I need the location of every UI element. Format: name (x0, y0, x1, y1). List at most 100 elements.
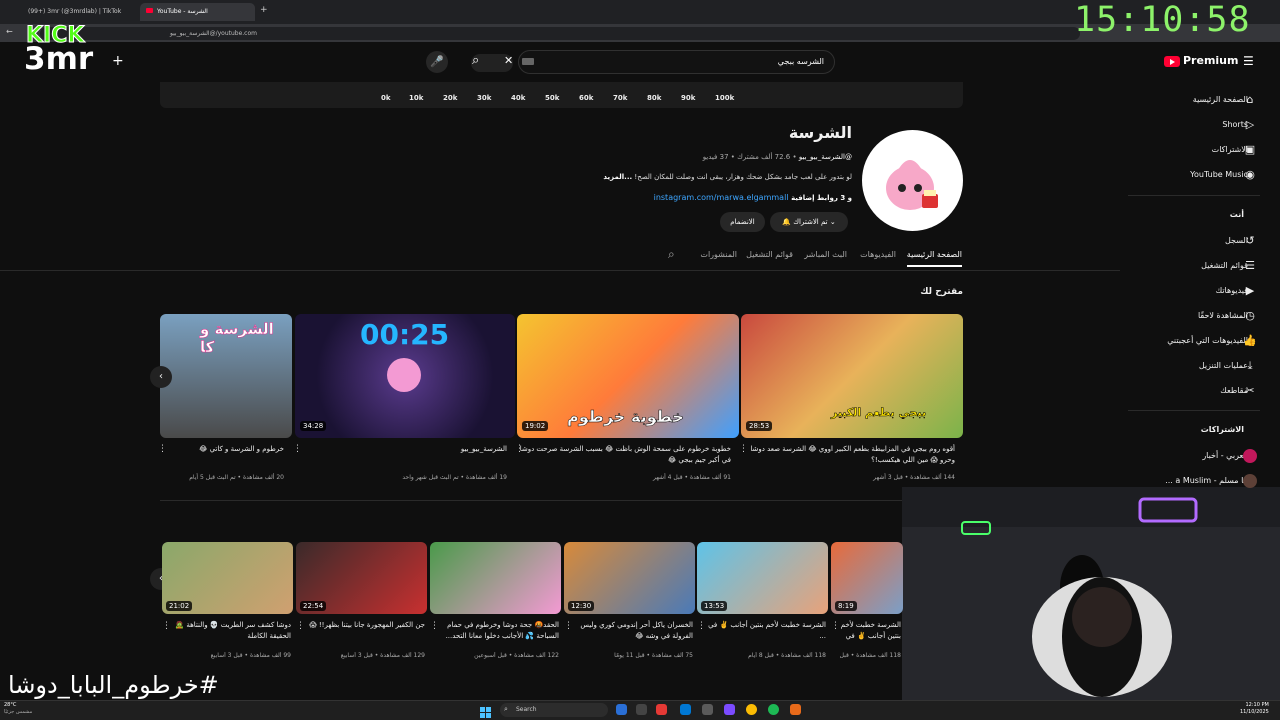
webcam-feed (902, 487, 1280, 701)
search-query: الشرسه ببجي (777, 57, 824, 66)
video-title[interactable]: الخسران ياكل أحر إندومي كوري وليس الفرول… (572, 620, 693, 642)
tab-playlists[interactable]: قوائم التشغيل (746, 250, 793, 259)
add-icon[interactable]: + (112, 53, 124, 69)
time: 12:10 PM (1245, 702, 1269, 708)
history-icon: ↺ (1245, 234, 1255, 247)
video-title[interactable]: الشرسة خطبت لأخم بنتين أجانب ✌️ في ... (705, 620, 826, 642)
goal-tick-label: 70k (613, 94, 628, 102)
instagram-link[interactable]: instagram.com/marwa.elgammall (654, 193, 789, 202)
sidebar-item[interactable]: عمليات التنزيل (1199, 361, 1248, 370)
subscribed-label: تم الاشتراك (793, 218, 828, 226)
stream-clock: 15:10:58 (1074, 0, 1251, 40)
taskbar-clock[interactable]: 12:10 PM 11/10/2025 (1240, 702, 1269, 716)
chrome-icon[interactable] (746, 704, 757, 715)
sidebar-item[interactable]: الفيديوهات التي أعجبتني (1167, 336, 1248, 345)
app-icon[interactable] (656, 704, 667, 715)
subscribed-button[interactable]: 🔔 تم الاشتراك ⌄ (770, 212, 848, 232)
video-thumbnail[interactable] (430, 542, 561, 614)
mic-icon[interactable]: 🎤 (426, 51, 448, 73)
app-icon[interactable] (790, 704, 801, 715)
channel-search-icon[interactable]: ⌕ (668, 247, 675, 262)
spotify-icon[interactable] (768, 704, 779, 715)
tab-tiktok[interactable]: (99+) 3mr (@3mrdlab) | TikTok (22, 3, 132, 21)
video-title[interactable]: دوشا كشف سر الطريت 💀 والنتاهة 🧟 الحقيقة … (170, 620, 291, 642)
channel-avatar-icon (1243, 449, 1257, 463)
video-thumbnail[interactable]: 00:25 34:28 (295, 314, 515, 438)
video-title[interactable]: الحقد🤬 جحة دوشا وخرطوم في حمام السباحة 💦… (438, 620, 559, 642)
address-bar[interactable]: youtube.com/@الشرسة_بيو_بيو (40, 27, 1080, 40)
thumbnail-caption: خطوبة خرطوم (567, 407, 684, 427)
search-icon: ⌕ (472, 53, 480, 68)
carousel-prev-button[interactable]: ‹ (150, 366, 172, 388)
music-icon: ◉ (1245, 168, 1255, 181)
youtube-premium-logo[interactable]: Premium (1164, 54, 1238, 67)
more-actions-icon[interactable]: ⋮ (293, 444, 302, 454)
file-explorer-icon[interactable] (616, 704, 627, 715)
video-title[interactable]: خرطوم و الشرسة و كاتي 😂 (160, 444, 284, 466)
more-actions-icon[interactable]: ⋮ (515, 444, 524, 454)
sidebar-divider (1128, 195, 1260, 196)
channel-avatar[interactable] (862, 130, 963, 231)
sidebar-you-title[interactable]: أنت (1230, 210, 1244, 219)
app-icon[interactable] (636, 704, 647, 715)
clear-search-icon[interactable]: ✕ (504, 54, 513, 67)
more-actions-icon[interactable]: ⋮ (430, 621, 439, 631)
channel-description[interactable]: لو بتدور على لعب جامد بشكل ضحك وهزار، يب… (603, 173, 852, 181)
video-thumbnail[interactable]: 8:19 (831, 542, 903, 614)
more-actions-icon[interactable]: ⋮ (831, 621, 840, 631)
more-actions-icon[interactable]: ⋮ (739, 444, 748, 454)
video-thumbnail[interactable]: 21:02 (162, 542, 293, 614)
video-thumbnail[interactable]: ببجي بطعم الكبير 28:53 (741, 314, 963, 438)
new-tab-icon[interactable]: + (260, 5, 268, 15)
app-icon[interactable] (702, 704, 713, 715)
sidebar-item[interactable]: YouTube Music (1190, 170, 1248, 179)
search-input[interactable]: الشرسه ببجي (471, 50, 835, 74)
thumbnail-caption: الشرسة و كا (200, 320, 274, 357)
tab-posts[interactable]: المنشورات (700, 250, 737, 259)
video-duration: 34:28 (300, 421, 327, 431)
tab-live[interactable]: البث المباشر (804, 250, 847, 259)
more-link[interactable]: ...المزيد (603, 173, 632, 181)
tab-label: الصفحة الرئيسية (906, 250, 962, 259)
video-title[interactable]: الشرسة خطبت لأخم بنتين أجانب ✌️ في شرم ا… (839, 620, 901, 642)
video-thumbnail[interactable]: 22:54 (296, 542, 427, 614)
more-actions-icon[interactable]: ⋮ (564, 621, 573, 631)
video-title[interactable]: الشرسة_بيو_بيو (295, 444, 507, 466)
more-actions-icon[interactable]: ⋮ (697, 621, 706, 631)
tab-youtube[interactable]: YouTube - الشرسة (140, 3, 255, 21)
more-actions-icon[interactable]: ⋮ (158, 444, 167, 454)
more-links[interactable]: و 3 روابط إضافية (791, 194, 852, 202)
more-actions-icon[interactable]: ⋮ (162, 621, 171, 631)
windows-start-icon[interactable] (480, 703, 491, 718)
sidebar-divider (1128, 410, 1260, 411)
menu-icon[interactable]: ☰ (1243, 54, 1254, 68)
your-videos-icon: ▶ (1245, 284, 1255, 297)
streamer-logo: 3mr (24, 41, 94, 77)
subscription-item[interactable]: العربي - أخبار (1202, 451, 1248, 460)
sidebar-item[interactable]: قوائم التشغيل (1201, 261, 1248, 270)
taskbar-search[interactable]: Search (500, 703, 608, 717)
subscription-item[interactable]: أنا مسلم - a Muslim ... (1165, 476, 1248, 485)
video-thumbnail[interactable]: 12:30 (564, 542, 695, 614)
sidebar-subs-title: الاشتراكات (1200, 425, 1244, 434)
tab-home[interactable]: الصفحة الرئيسية (906, 250, 962, 267)
video-thumbnail[interactable]: 13:53 (697, 542, 828, 614)
discord-icon[interactable] (724, 704, 735, 715)
weather-widget[interactable]: 28°C مشمس جزئيًا (4, 702, 32, 716)
goal-tick-label: 80k (647, 94, 662, 102)
playlists-icon: ☰ (1245, 259, 1255, 272)
video-title[interactable]: أقوه روم ببجي في المزابيطة بطعم الكبير ا… (741, 444, 955, 466)
video-title[interactable]: خطوبة خرطوم على سمحة الوش باظت 😂 بسبب ال… (517, 444, 731, 466)
video-title[interactable]: جن الكفير المهجورة جانا بيتنا بظهر!! 😱 (304, 620, 425, 642)
tab-videos[interactable]: الفيديوهات (860, 250, 896, 259)
video-thumbnail[interactable]: الشرسة و كا (160, 314, 292, 438)
video-thumbnail[interactable]: خطوبة خرطوم 19:02 (517, 314, 739, 438)
back-icon[interactable]: ← (6, 27, 13, 36)
more-actions-icon[interactable]: ⋮ (296, 621, 305, 631)
app-icon[interactable] (680, 704, 691, 715)
sidebar-item[interactable]: الصفحة الرئيسية (1193, 95, 1248, 104)
sidebar-item[interactable]: المشاهدة لاحقًا (1198, 311, 1248, 320)
join-button[interactable]: الانضمام (720, 212, 765, 232)
keyboard-icon[interactable] (522, 58, 534, 65)
search-label: Search (516, 706, 537, 713)
